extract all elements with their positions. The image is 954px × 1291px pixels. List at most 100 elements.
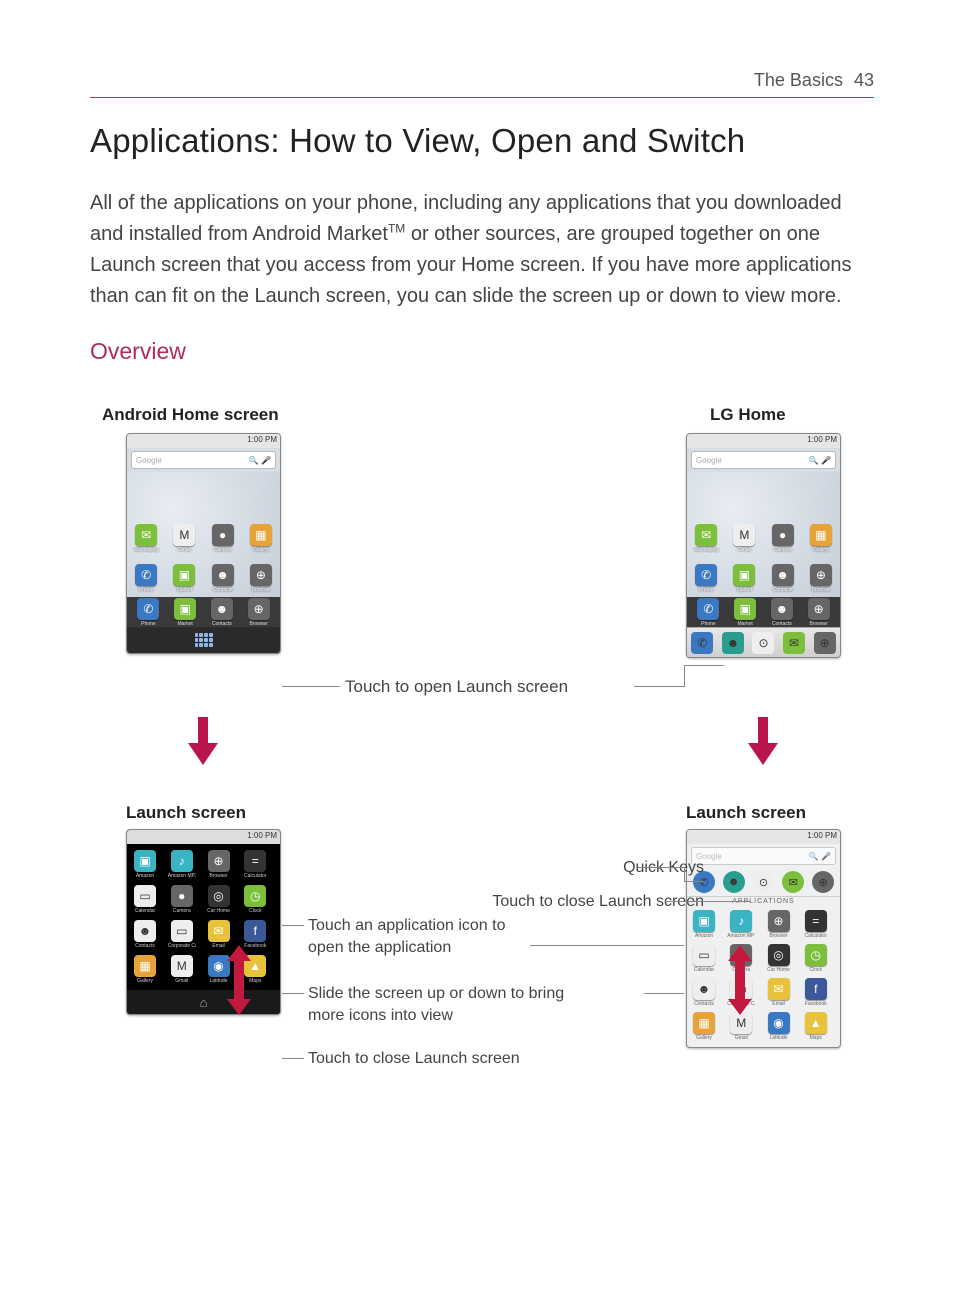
app-icon-label: Contacts [690,1001,718,1007]
app-icon: ☻Contacts [208,598,236,627]
app-icon-glyph: ▦ [693,1012,715,1034]
quick-key-icon: ⊕ [812,871,834,893]
app-icon-label: Market [170,587,198,593]
leader-line [638,867,684,868]
app-icon-label: Phone [692,587,720,593]
app-icon: ▣Market [171,598,199,627]
quick-key-icon: ✉ [782,871,804,893]
app-icon-glyph: ▲ [805,1012,827,1034]
app-icon-glyph: ◷ [805,944,827,966]
lg-quick-keys: ✆☻⊙✉⊕ [687,868,840,897]
app-icon-label: Clock [802,967,830,973]
app-icon-label: Browser [807,587,835,593]
label-launch-left: Launch screen [126,803,246,823]
app-icon-glyph: ✆ [135,564,157,586]
app-icon-glyph: ◎ [208,885,230,907]
app-icon: ▭Calendar [131,885,159,914]
app-icon-glyph: ⊕ [810,564,832,586]
app-icon-glyph: ▣ [734,598,756,620]
callout-close-launch-bottom: Touch to close Launch screen [308,1048,520,1070]
app-icon-label: Phone [134,621,162,627]
launch-app-grid: ▣Amazon♪Amazon MP3⊕Browser=Calculator▭Ca… [687,906,840,1047]
app-icon-glyph: ☻ [693,978,715,1000]
drag-arrow-icon [728,945,752,1015]
app-icon: ▦Gallery [690,1012,718,1041]
app-icon: ✆Phone [132,564,160,593]
app-icon-label: Car Home [205,908,233,914]
app-icon-glyph: ▭ [171,920,193,942]
app-icon: MGmail [727,1012,755,1041]
app-icon-glyph: ♪ [730,910,752,932]
app-icon-glyph: ▣ [134,850,156,872]
app-icon: ⊕Browser [247,564,275,593]
app-icon-glyph: ☻ [771,598,793,620]
app-icon: ✉Email [765,978,793,1007]
intro-paragraph: All of the applications on your phone, i… [90,188,874,312]
leader-line [530,945,684,946]
app-icon: ◉Latitude [765,1012,793,1041]
leader-line [282,925,304,926]
app-icon-label: Phone [132,587,160,593]
app-icon-glyph: ● [772,524,794,546]
arrow-down-icon [748,717,778,765]
app-icon-label: Browser [245,621,273,627]
app-icon-glyph: ▭ [134,885,156,907]
dock-icon: ⊙ [752,632,774,654]
leader-line [644,993,684,994]
app-icon-glyph: ⊕ [248,598,270,620]
app-icon-glyph: f [805,978,827,1000]
app-icon: ▦Gallery [247,524,275,553]
launcher-grid-button [127,627,280,653]
app-icon: ✉Messaging [132,524,160,553]
app-icon-label: Gmail [168,978,196,984]
app-icon-label: Gmail [730,547,758,553]
app-icon-glyph: ▣ [173,564,195,586]
status-bar: 1:00 PM [687,434,840,448]
app-icon-glyph: ✉ [208,920,230,942]
app-icon-glyph: ● [212,524,234,546]
app-icon-glyph: ☻ [212,564,234,586]
app-icon-glyph: ▣ [174,598,196,620]
app-icon: ♪Amazon MP3 [727,910,755,939]
app-icon: ▣Market [731,598,759,627]
app-icon: ✆Phone [692,564,720,593]
app-icon-label: Latitude [765,1035,793,1041]
app-icon-glyph: ◷ [244,885,266,907]
app-icon: ♪Amazon MP3 [168,850,196,879]
app-icon: ▣Market [170,564,198,593]
app-icon-glyph: ▣ [733,564,755,586]
quick-key-icon: ⊙ [752,871,774,893]
callout-open-launch: Touch to open Launch screen [345,677,568,697]
dock-icon: ✆ [691,632,713,654]
phone-android-home: 1:00 PM Google🔍 🎤 ✉MessagingMGmail●Camer… [126,433,281,654]
app-icon: ◎Car Home [765,944,793,973]
dock-icon: ✉ [783,632,805,654]
app-icon-glyph: ✉ [768,978,790,1000]
app-icon-glyph: M [171,955,193,977]
app-icon-glyph: ☻ [134,920,156,942]
label-launch-right: Launch screen [686,803,806,823]
app-icon-label: Gallery [247,547,275,553]
app-icon: ▣Amazon [690,910,718,939]
status-bar: 1:00 PM [687,830,840,844]
app-icon-label: Email [765,1001,793,1007]
leader-line [684,881,704,882]
app-icon: fFacebook [802,978,830,1007]
app-icon-label: Camera [168,908,196,914]
leader-line [665,901,751,902]
app-icon-label: Facebook [802,1001,830,1007]
app-icon-label: Phone [694,621,722,627]
app-icon-glyph: ◎ [768,944,790,966]
app-icon-label: Maps [802,1035,830,1041]
app-icon-label: Contacts [768,621,796,627]
app-icon: ▦Gallery [131,955,159,984]
app-icon: ☻Contacts [768,598,796,627]
home-icon-row-1: ✉MessagingMGmail●Camera▦Gallery [687,524,840,553]
app-icon-glyph: ● [171,885,193,907]
page-number: 43 [854,70,874,90]
app-icon-label: Browser [805,621,833,627]
app-icon: =Calculator [241,850,269,879]
home-dock: ✆Phone▣Market☻Contacts⊕Browser [127,597,280,627]
app-icon: ☻Contacts [209,564,237,593]
app-icon-label: Contacts [769,587,797,593]
